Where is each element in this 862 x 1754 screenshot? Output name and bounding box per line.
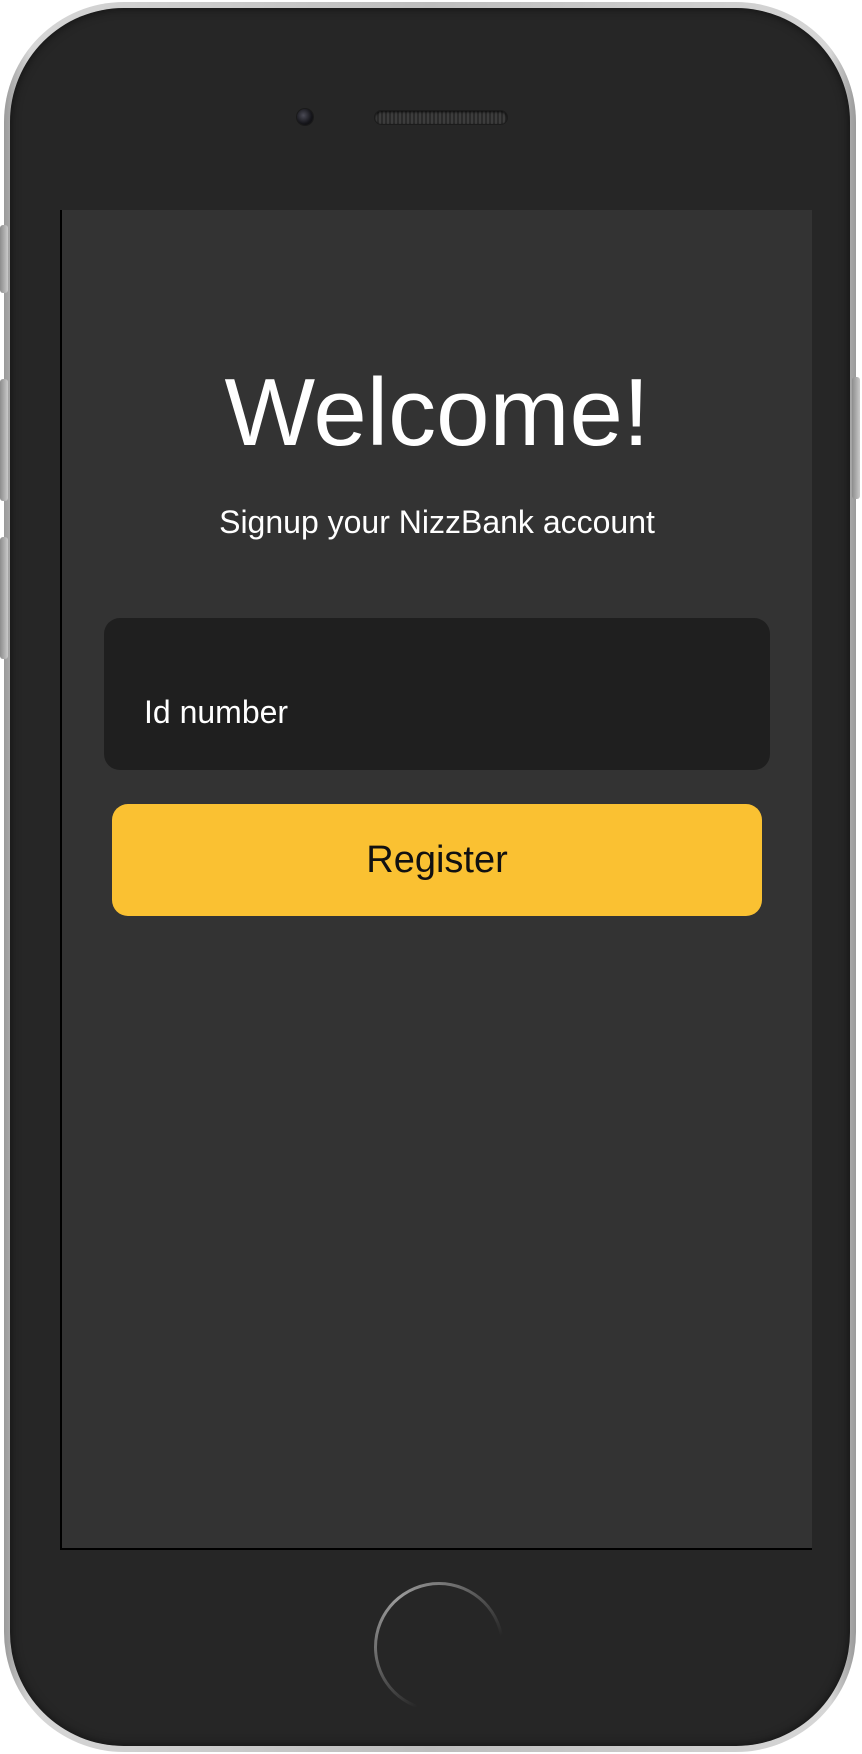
id-number-label: Id number xyxy=(144,694,289,730)
id-number-field[interactable]: Id number xyxy=(104,618,770,770)
register-button[interactable]: Register xyxy=(112,804,762,916)
page-subtitle: Signup your NizzBank account xyxy=(219,504,655,540)
page-title: Welcome! xyxy=(224,359,650,466)
phone-body: Welcome! Signup your NizzBank account Id… xyxy=(10,8,850,1746)
phone-frame: Welcome! Signup your NizzBank account Id… xyxy=(0,2,860,1752)
volume-up-button xyxy=(0,379,8,501)
speaker-icon xyxy=(375,111,507,124)
mute-switch xyxy=(0,225,8,293)
camera-icon xyxy=(297,109,313,125)
app-screen: Welcome! Signup your NizzBank account Id… xyxy=(60,210,812,1550)
volume-down-button xyxy=(0,537,8,659)
home-button-icon[interactable] xyxy=(374,1582,504,1712)
power-button xyxy=(852,377,860,499)
